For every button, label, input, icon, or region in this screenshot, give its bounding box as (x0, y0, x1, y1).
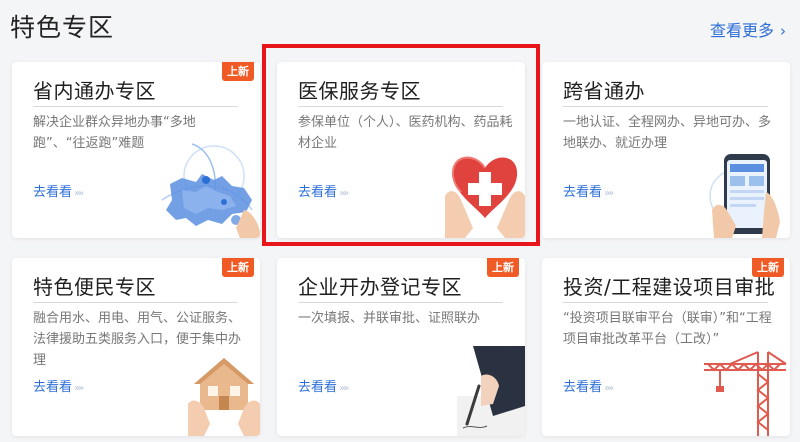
mobile-phone-icon (709, 154, 780, 238)
goto-link[interactable]: 去看看»» (563, 181, 614, 200)
goto-link[interactable]: 去看看»» (33, 376, 84, 395)
goto-link[interactable]: 去看看»» (298, 376, 349, 395)
goto-label: 去看看 (563, 380, 603, 395)
card-divider (33, 106, 238, 107)
card-divider (563, 106, 768, 107)
goto-label: 去看看 (298, 380, 338, 395)
province-map-icon (161, 143, 260, 238)
card-description: “投资项目联审平台（联审）”和“工程项目审批改革平台（工改）” (563, 311, 772, 347)
card-title: 跨省通办 (563, 79, 645, 103)
card-title: 省内通办专区 (33, 79, 156, 103)
goto-label: 去看看 (33, 380, 73, 395)
chevron-right-icon: › (780, 22, 786, 40)
goto-link[interactable]: 去看看»» (563, 376, 614, 395)
card-investment-approval[interactable]: 投资/工程建设项目审批 “投资项目联审平台（联审）”和“工程项目审批改革平台（工… (542, 258, 790, 436)
card-title: 企业开办登记专区 (298, 275, 462, 299)
double-arrow-icon: »» (604, 188, 614, 199)
new-badge: 上新 (222, 258, 254, 277)
card-divider (298, 302, 503, 303)
signing-pen-icon (457, 346, 525, 436)
double-arrow-icon: »» (74, 383, 84, 394)
double-arrow-icon: »» (339, 383, 349, 394)
view-more-link[interactable]: 查看更多 › (710, 17, 786, 41)
card-divider (298, 106, 503, 107)
tower-crane-icon (704, 351, 787, 436)
new-badge: 上新 (487, 258, 519, 277)
card-convenience-services[interactable]: 特色便民专区 融合用水、用电、用气、公证服务、法律援助五类服务入口，便于集中办理… (12, 258, 260, 436)
goto-label: 去看看 (298, 185, 338, 200)
card-divider (563, 302, 768, 303)
view-more-label: 查看更多 (709, 21, 774, 40)
card-description: 一地认证、全程网办、异地可办、多地联办、就近办理 (563, 115, 772, 151)
card-medical-insurance[interactable]: 医保服务专区 参保单位（个人）、医药机构、药品耗材企业 去看看»» (277, 62, 525, 238)
card-title: 投资/工程建设项目审批 (563, 275, 776, 299)
new-badge: 上新 (752, 258, 784, 277)
heart-cross-hands-icon (445, 156, 525, 238)
new-badge: 上新 (222, 62, 254, 81)
card-province-service[interactable]: 省内通办专区 解决企业群众异地办事“多地跑”、“往返跑”难题 去看看»» 上新 (12, 62, 260, 238)
double-arrow-icon: »» (339, 188, 349, 199)
card-title: 医保服务专区 (298, 79, 421, 103)
card-divider (33, 302, 238, 303)
section-title: 特色专区 (10, 13, 115, 42)
card-title: 特色便民专区 (33, 275, 156, 299)
card-cross-province[interactable]: 跨省通办 一地认证、全程网办、异地可办、多地联办、就近办理 去看看»» (542, 62, 790, 238)
double-arrow-icon: »» (74, 188, 84, 199)
goto-label: 去看看 (563, 185, 603, 200)
house-hands-icon (188, 358, 260, 436)
goto-link[interactable]: 去看看»» (33, 181, 84, 200)
double-arrow-icon: »» (604, 383, 614, 394)
goto-label: 去看看 (33, 185, 73, 200)
goto-link[interactable]: 去看看»» (298, 181, 349, 200)
card-description: 一次填报、并联审批、证照联办 (298, 311, 481, 326)
card-business-registration[interactable]: 企业开办登记专区 一次填报、并联审批、证照联办 去看看»» 上新 (277, 258, 525, 436)
